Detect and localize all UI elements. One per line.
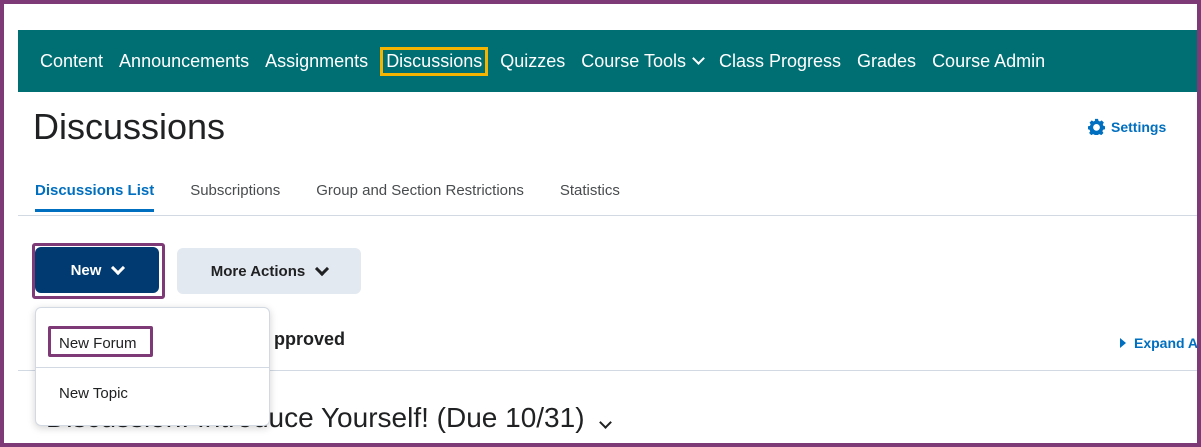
more-actions-button[interactable]: More Actions [177, 248, 361, 294]
tab-discussions-list[interactable]: Discussions List [35, 182, 155, 212]
chevron-down-icon [598, 416, 612, 429]
expand-all-link[interactable]: Expand A [1120, 335, 1197, 351]
nav-announcements[interactable]: Announcements [115, 49, 253, 74]
chevron-down-icon [692, 52, 705, 65]
nav-grades[interactable]: Grades [853, 49, 920, 74]
nav-class-progress[interactable]: Class Progress [715, 49, 845, 74]
nav-content[interactable]: Content [36, 49, 107, 74]
page-title: Discussions [33, 106, 226, 147]
course-navbar: Content Announcements Assignments Discus… [18, 30, 1197, 92]
nav-assignments[interactable]: Assignments [261, 49, 372, 74]
tab-group-section-restrictions[interactable]: Group and Section Restrictions [316, 182, 524, 212]
chevron-down-icon [315, 261, 330, 276]
nav-discussions[interactable]: Discussions [380, 46, 489, 76]
nav-course-tools[interactable]: Course Tools [577, 49, 707, 74]
tabs-divider [18, 215, 1197, 216]
background-status-text: pproved [274, 329, 346, 349]
gear-icon [1088, 118, 1105, 135]
menu-item-new-topic[interactable]: New Topic [36, 369, 269, 417]
tab-statistics[interactable]: Statistics [560, 182, 620, 212]
chevron-down-icon [111, 260, 126, 275]
settings-link[interactable]: Settings [1088, 118, 1166, 135]
nav-quizzes[interactable]: Quizzes [496, 49, 569, 74]
new-forum-highlight [48, 326, 153, 357]
tab-subscriptions[interactable]: Subscriptions [190, 182, 280, 212]
browser-frame: Content Announcements Assignments Discus… [0, 0, 1201, 447]
new-dropdown-menu: New Forum New Topic [35, 307, 270, 426]
discussion-tabs: Discussions List Subscriptions Group and… [35, 182, 656, 212]
nav-course-admin[interactable]: Course Admin [928, 49, 1049, 74]
new-button[interactable]: New [35, 247, 159, 293]
expand-triangle-icon [1120, 338, 1126, 348]
